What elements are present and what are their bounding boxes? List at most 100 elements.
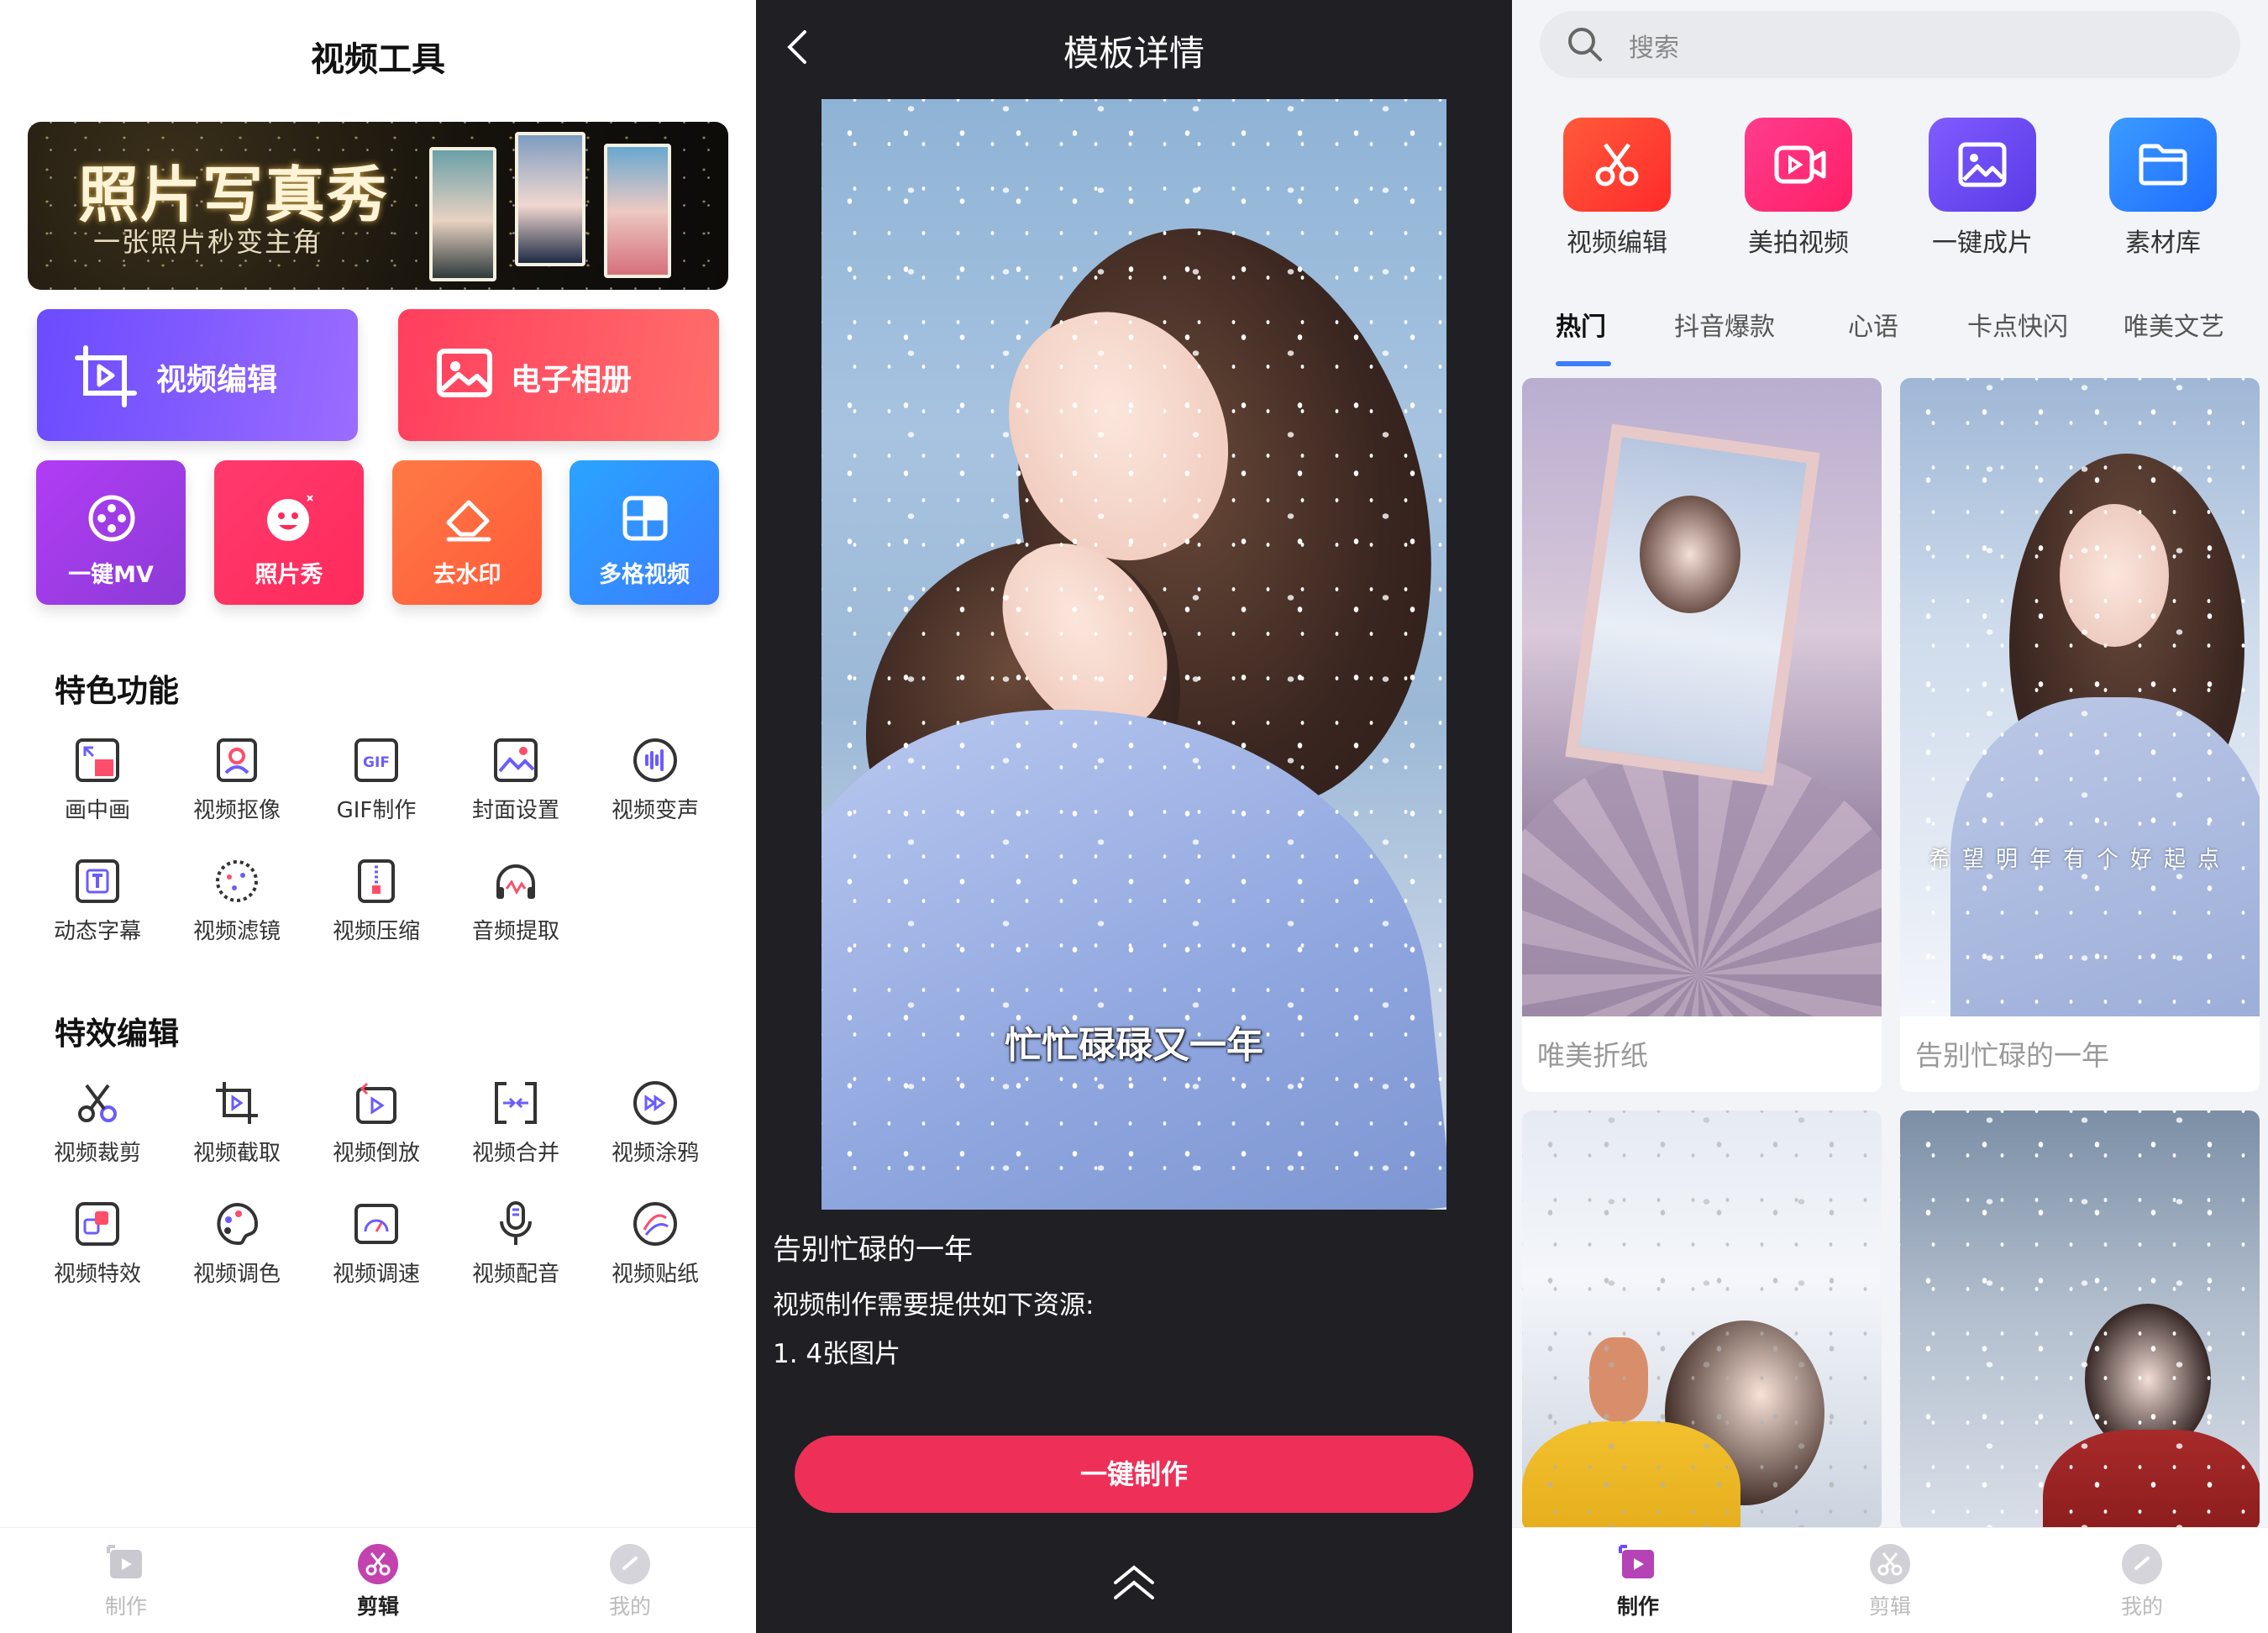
category-active-indicator [1556, 361, 1611, 366]
tab-label: 我的 [2120, 1594, 2163, 1619]
tool-cover-settings[interactable]: 封面设置 [446, 738, 585, 824]
tool-video-compress[interactable]: 视频压缩 [307, 859, 446, 945]
tool-voice-changer[interactable]: 视频变声 [585, 738, 725, 824]
tab-edit[interactable]: 剪辑 [315, 1543, 441, 1620]
tool-label: 视频调速 [332, 1262, 420, 1287]
category-heart-words[interactable]: 心语 [1848, 306, 1898, 343]
tool-video-effects[interactable]: 视频特效 [28, 1201, 167, 1288]
portrait-icon [217, 738, 257, 782]
remove-watermark-button[interactable]: 去水印 [392, 460, 542, 605]
snow-overlay [1900, 378, 2260, 1016]
tool-video-trim[interactable]: 视频截取 [167, 1080, 307, 1167]
tool-video-sticker[interactable]: 视频贴纸 [585, 1201, 725, 1288]
app-material-library[interactable]: 素材库 [2100, 118, 2226, 259]
film-reel-icon [88, 495, 135, 542]
reverse-icon [356, 1082, 396, 1124]
doodle-icon [633, 1081, 677, 1125]
tool-video-speed[interactable]: 视频调速 [307, 1201, 446, 1288]
bottom-tab-bar: 制作 剪辑 我的 [0, 1527, 756, 1633]
photo-show-button[interactable]: 照片秀 [214, 460, 364, 605]
tool-label: 视频变声 [611, 798, 699, 823]
app-video-edit[interactable]: 视频编辑 [1554, 118, 1680, 259]
search-icon [1568, 28, 1602, 61]
tool-video-crop[interactable]: 视频裁剪 [28, 1080, 167, 1167]
category-douyin[interactable]: 抖音爆款 [1674, 306, 1775, 343]
tool-dynamic-subtitles[interactable]: 动态字幕 [28, 859, 167, 945]
merge-icon [495, 1082, 537, 1124]
photo-show-label: 照片秀 [255, 562, 323, 588]
tool-label: 视频滤镜 [192, 919, 281, 944]
app-label: 素材库 [2125, 228, 2201, 258]
tool-label: 视频特效 [53, 1262, 141, 1287]
template-card[interactable]: 唯美折纸 [1522, 378, 1882, 1092]
tool-label: 视频涂鸦 [611, 1141, 699, 1166]
tool-video-reverse[interactable]: 视频倒放 [307, 1080, 446, 1167]
tool-label: 视频截取 [192, 1141, 281, 1166]
template-detail-screen: 模板详情 忙忙碌碌又一年 告别忙碌的一年 视频制作需要提供如下资源: 1. 4张… [756, 0, 1512, 1633]
snow-overlay [1900, 1111, 2260, 1531]
sticker-icon [633, 1202, 677, 1246]
effects-section-title: 特效编辑 [55, 1016, 179, 1052]
speedometer-icon [354, 1204, 398, 1244]
double-chevron-up-icon[interactable] [1110, 1562, 1158, 1603]
category-hot[interactable]: 热门 [1556, 306, 1606, 343]
template-caption: 唯美折纸 [1537, 1039, 1648, 1072]
bottom-tab-bar: 制作 剪辑 我的 [1512, 1527, 2268, 1633]
tab-profile[interactable]: 我的 [2079, 1543, 2205, 1620]
one-click-mv-label: 一键MV [68, 562, 154, 588]
tool-label: 视频配音 [471, 1262, 559, 1287]
tool-video-color[interactable]: 视频调色 [167, 1201, 307, 1288]
tool-video-doodle[interactable]: 视频涂鸦 [585, 1080, 725, 1167]
tab-make[interactable]: 制作 [1575, 1543, 1701, 1620]
image-icon [437, 349, 492, 397]
template-card[interactable] [1522, 1111, 1882, 1531]
one-click-mv-button[interactable]: 一键MV [36, 460, 186, 605]
cover-image-icon [494, 738, 538, 782]
tool-label: 视频调色 [192, 1262, 281, 1287]
video-edit-label: 视频编辑 [156, 363, 278, 397]
tool-label: GIF制作 [336, 798, 417, 823]
umbrella-shape [1522, 748, 1882, 1016]
template-requirement: 1. 4张图片 [773, 1339, 901, 1369]
search-bar[interactable]: 搜索 [1540, 11, 2240, 78]
template-preview-video[interactable]: 忙忙碌碌又一年 [822, 99, 1446, 1210]
tool-video-filter[interactable]: 视频滤镜 [167, 859, 307, 945]
app-icon-bg [1929, 118, 2036, 212]
smiley-icon [267, 495, 313, 541]
e-album-button[interactable]: 电子相册 [398, 309, 719, 441]
template-card[interactable] [1900, 1111, 2260, 1531]
category-beat-flash[interactable]: 卡点快闪 [1967, 306, 2068, 343]
tool-label: 视频倒放 [332, 1141, 420, 1166]
e-album-label: 电子相册 [511, 363, 633, 397]
microphone-icon [500, 1201, 532, 1245]
one-click-make-button[interactable]: 一键制作 [795, 1436, 1473, 1513]
page-title: 视频工具 [311, 40, 445, 79]
profile-icon [610, 1544, 650, 1584]
tool-label: 画中画 [64, 798, 130, 823]
tab-edit[interactable]: 剪辑 [1827, 1543, 1953, 1620]
tool-video-dubbing[interactable]: 视频配音 [446, 1201, 585, 1288]
app-one-click-film[interactable]: 一键成片 [1919, 118, 2045, 259]
tool-gif-maker[interactable]: GIF GIF制作 [307, 738, 446, 824]
video-camera-icon [1774, 145, 1826, 184]
category-aesthetic[interactable]: 唯美文艺 [2124, 306, 2224, 343]
multi-grid-video-label: 多格视频 [599, 562, 690, 588]
tab-make[interactable]: 制作 [63, 1543, 189, 1620]
make-icon [1619, 1545, 1654, 1578]
tool-video-merge[interactable]: 视频合并 [446, 1080, 585, 1167]
tool-audio-extract[interactable]: 音频提取 [446, 859, 585, 945]
tab-profile[interactable]: 我的 [567, 1543, 693, 1620]
eraser-icon [446, 500, 491, 542]
tool-label: 动态字幕 [53, 919, 141, 944]
tool-picture-in-picture[interactable]: 画中画 [28, 738, 167, 824]
multi-grid-video-button[interactable]: 多格视频 [570, 460, 719, 605]
tool-video-cutout[interactable]: 视频抠像 [167, 738, 307, 824]
app-icon-bg [1563, 118, 1671, 212]
template-card[interactable]: 希望明年有个好起点 告别忙碌的一年 [1900, 378, 2260, 1092]
video-edit-button[interactable]: 视频编辑 [37, 309, 358, 441]
tool-label: 视频合并 [471, 1141, 559, 1166]
app-meipai-video[interactable]: 美拍视频 [1735, 118, 1861, 259]
sound-wave-icon [633, 738, 677, 782]
tools-screen: 视频工具 照片写真秀 一张照片秒变主角 视频编辑 电子相册 一键MV 照片秀 去… [0, 0, 756, 1633]
photo-show-banner[interactable]: 照片写真秀 一张照片秒变主角 [28, 122, 728, 290]
